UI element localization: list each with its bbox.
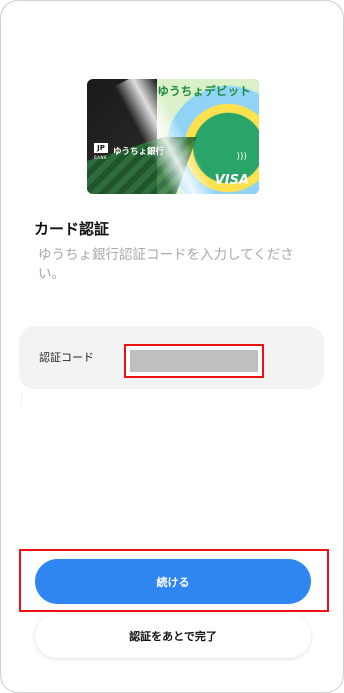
auth-code-label: 認証コード — [39, 351, 94, 364]
jp-bank-logo-sub: BANK — [94, 155, 108, 160]
page-title: カード認証 — [34, 220, 110, 238]
jp-bank-logo: JP — [94, 143, 108, 153]
continue-button[interactable]: 続ける — [35, 559, 311, 604]
auth-code-input-value[interactable] — [130, 350, 258, 372]
page-description: ゆうちょ銀行認証コードを入力してください。 — [38, 247, 294, 282]
complete-later-button[interactable]: 認証をあとで完了 — [35, 614, 311, 658]
app-screen: ゆうちょデビット JP BANK ゆうちょ銀行 ))) VISA カード認証 ゆ… — [0, 0, 344, 693]
card-title: ゆうちょデビット — [157, 84, 251, 98]
card-bank-name: ゆうちょ銀行 — [113, 147, 165, 157]
divider — [21, 392, 22, 406]
contactless-icon: ))) — [236, 152, 247, 162]
visa-logo: VISA — [214, 173, 249, 188]
auth-code-input[interactable] — [124, 344, 264, 378]
debit-card-image: ゆうちょデビット JP BANK ゆうちょ銀行 ))) VISA — [87, 79, 259, 194]
